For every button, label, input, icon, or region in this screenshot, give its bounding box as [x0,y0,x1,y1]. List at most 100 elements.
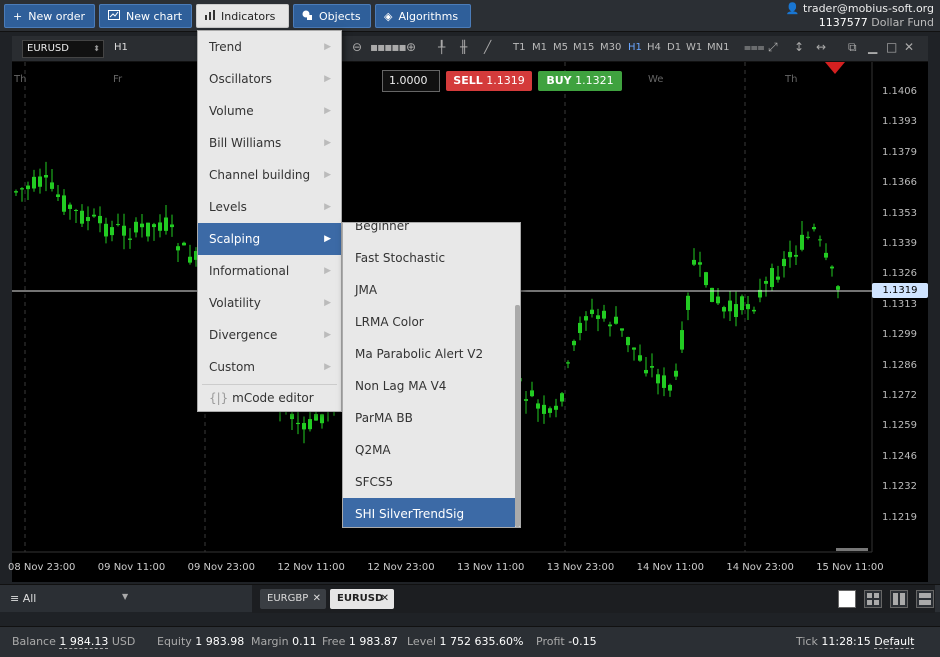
candle-body [116,224,120,226]
free-group: Free 1 983.87 [322,635,398,648]
submenu-item[interactable]: Beginner [343,223,515,242]
menu-item-label: Volume [209,104,254,118]
submenu-item[interactable]: LRMA Color [343,306,515,338]
close-icon[interactable]: ✕ [904,40,914,54]
menu-item-volume[interactable]: Volume ▶ [198,95,341,127]
indicators-button[interactable]: Indicators [196,4,289,28]
level-value: 1 752 635.60% [439,635,524,648]
submenu-item[interactable]: Ma Parabolic Alert V2 [343,338,515,370]
menu-item-trend[interactable]: Trend ▶ [198,31,341,63]
last-candle-marker [825,62,845,74]
zoom-slider-icon[interactable]: ▪▪▪▪▪ [370,40,407,54]
new-order-label: New order [28,9,86,23]
candle-body [656,374,660,384]
candle-body [530,390,534,397]
submenu-item[interactable]: Q2MA [343,434,515,466]
symbol-value: EURUSD [27,43,69,54]
new-order-button[interactable]: + New order [4,4,95,28]
timeframe-d1[interactable]: D1 [667,42,681,53]
layout-grid-icon[interactable] [864,590,882,608]
submenu-arrow-icon: ▶ [324,138,331,148]
menu-item-volatility[interactable]: Volatility ▶ [198,287,341,319]
menu-item-bill-williams[interactable]: Bill Williams ▶ [198,127,341,159]
balance-value[interactable]: 1 984.13 [59,635,109,649]
lot-size-input[interactable]: 1.0000 [382,70,440,92]
new-chart-button[interactable]: New chart [99,4,192,28]
algorithms-button[interactable]: ◈ Algorithms [375,4,471,28]
objects-button[interactable]: Objects [293,4,371,28]
candles-icon[interactable]: ╫ [460,40,467,54]
submenu-item[interactable]: SHI SilverTrendSig [343,498,515,527]
symbol-selector[interactable]: EURUSD ⬍ [22,40,104,58]
submenu-item[interactable]: JMA [343,274,515,306]
autoscale-icon[interactable]: ⩶ [744,40,765,55]
zoom-in-icon[interactable]: ⊕ [406,40,416,54]
candle-body [740,296,744,311]
menu-item-label: Custom [209,360,255,374]
tab-eurgbp[interactable]: EURGBP ✕ [260,589,326,609]
account-status-bar: Balance 1 984.13 USD Equity 1 983.98 Mar… [0,626,940,657]
account-info[interactable]: 👤 trader@mobius-soft.org 1137577 Dollar … [786,2,934,30]
account-number: 1137577 [818,16,868,29]
popout-icon[interactable]: ⧉ [848,40,857,55]
submenu-item[interactable]: Fast Stochastic [343,242,515,274]
tab-eurusd[interactable]: EURUSD ✕ [330,589,394,609]
submenu-item[interactable]: ParMA BB [343,402,515,434]
expand-diagonal-icon[interactable]: ⤢ [768,40,778,55]
zoom-out-icon[interactable]: ⊖ [352,40,362,54]
timeframe-h1[interactable]: H1 [628,42,642,53]
chevron-down-icon: ▼ [122,592,129,601]
buy-button[interactable]: BUY 1.1321 [538,71,622,91]
submenu-item[interactable]: SFCS5 [343,466,515,498]
timeframe-mn1[interactable]: MN1 [707,42,729,53]
timeframe-m15[interactable]: M15 [573,42,594,53]
candle-body [638,355,642,361]
candle-body [584,316,588,321]
filter-dropdown[interactable]: ≡ All ▼ [10,592,128,605]
candle-body [830,266,834,269]
chart-scroll-indicator [836,548,868,551]
submenu-item[interactable]: Non Lag MA V4 [343,370,515,402]
timeframe-m30[interactable]: M30 [600,42,621,53]
menu-item-scalping[interactable]: Scalping ▶ [198,223,341,255]
maximize-icon[interactable]: □ [886,40,897,54]
horizontal-resize-icon[interactable]: ↔ [816,40,826,54]
indicators-label: Indicators [221,9,276,23]
menu-item-divergence[interactable]: Divergence ▶ [198,319,341,351]
timeframe-h4[interactable]: H4 [647,42,661,53]
layout-rows-icon[interactable] [916,590,934,608]
candle-body [632,347,636,350]
timeframe-m5[interactable]: M5 [553,42,568,53]
layout-columns-icon[interactable] [890,590,908,608]
mcode-editor-item[interactable]: {|} mCode editor [198,382,341,414]
submenu-arrow-icon: ▶ [324,202,331,212]
menu-item-levels[interactable]: Levels ▶ [198,191,341,223]
candle-body [698,262,702,265]
timeframe-t1[interactable]: T1 [513,42,525,53]
candle-body [572,340,576,346]
submenu-scrollbar[interactable] [515,305,520,527]
menu-item-oscillators[interactable]: Oscillators ▶ [198,63,341,95]
crosshair-icon[interactable]: ╀ [438,40,445,54]
equity-value: 1 983.98 [195,635,245,648]
minimize-icon[interactable]: ▁ [868,40,877,54]
current-price-marker: 1.1319 [872,283,928,298]
candle-body [680,330,684,350]
tick-mode-link[interactable]: Default [874,635,915,649]
candle-body [560,393,564,402]
close-tab-icon[interactable]: ✕ [381,589,389,609]
menu-item-channel-building[interactable]: Channel building ▶ [198,159,341,191]
layout-single-icon[interactable] [838,590,856,608]
vertical-resize-icon[interactable]: ↕ [794,40,804,54]
time-tick: 09 Nov 11:00 [97,562,166,573]
sell-button[interactable]: SELL 1.1319 [446,71,532,91]
menu-item-informational[interactable]: Informational ▶ [198,255,341,287]
candle-body [812,227,816,230]
menu-item-custom[interactable]: Custom ▶ [198,351,341,383]
submenu-arrow-icon: ▶ [324,106,331,116]
line-chart-icon[interactable]: ╱ [484,40,491,54]
timeframe-w1[interactable]: W1 [686,42,702,53]
close-tab-icon[interactable]: ✕ [313,589,321,609]
timeframe-m1[interactable]: M1 [532,42,547,53]
submenu-arrow-icon: ▶ [324,170,331,180]
